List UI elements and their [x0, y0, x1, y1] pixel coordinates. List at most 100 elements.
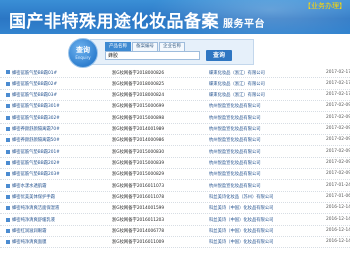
search-badge-title: 查询 — [76, 46, 90, 54]
registration-number: 浙G妆网备字2018000824 — [112, 93, 165, 99]
list-item[interactable]: 蜂密纯净清爽舒缓乳液 浙G妆网备字2016011203 科丝美诗（中国）化妆品有限公… — [0, 214, 350, 226]
list-item[interactable]: 蜂密养颜舒颜隔离霜70# 浙G妆网备字2014001989 杭州悦盈宣化妆品有限公司… — [0, 124, 350, 135]
company-name: 杭州悦盈宣化妆品有限公司 — [209, 149, 261, 155]
bullet-icon — [6, 206, 10, 211]
tab-company-name[interactable]: 企业名称 — [159, 42, 185, 51]
product-name-link[interactable]: 蜂密鲨筋气垫BB霜02# — [12, 81, 57, 87]
list-item[interactable]: 蜂密纯净清爽面膜 浙G妆网备字2016011009 科丝美诗（中国）化妆品有限公司 2… — [0, 237, 350, 249]
bullet-icon — [6, 138, 10, 143]
registration-number: 浙G妆网备字2015000699 — [112, 104, 165, 110]
registration-number: 浙G妆网备字2018000826 — [112, 70, 165, 76]
company-name: 杭州悦盈宣化妆品有限公司 — [209, 172, 261, 178]
list-item[interactable]: 蜂密红润滋润眼霜 浙G妆网备字2014006778 科丝美诗（中国）化妆品有限公司 2… — [0, 226, 350, 237]
product-name-link[interactable]: 蜂密纯净清爽洁面保湿液 — [12, 205, 59, 211]
product-name-link[interactable]: 蜂密鲨筋气垫BB霜01# — [12, 70, 57, 76]
registration-number: 浙G妆网备字2016011073 — [112, 183, 165, 189]
bullet-icon — [6, 115, 10, 120]
product-name-link[interactable]: 蜂密优美美体保护手霜 — [12, 194, 55, 200]
product-name-link[interactable]: 蜂密鲨筋气垫BB霜203# — [12, 171, 60, 177]
bullet-icon — [6, 126, 10, 131]
list-item[interactable]: 蜂密纯净清爽洁面保湿液 浙G妆网备字2014001599 科丝美诗（中国）化妆品有限… — [0, 203, 350, 215]
registration-number: 浙G妆网备字2015000839 — [112, 161, 165, 167]
company-name: 蝶束化妆品（浙江）有限公司 — [209, 70, 265, 76]
bullet-icon — [6, 172, 10, 177]
record-date: 2017-02-09 — [326, 137, 350, 143]
product-name-link[interactable]: 蜂密纯净清爽面膜 — [12, 239, 46, 245]
record-date: 2017-02-17 — [326, 80, 350, 86]
record-date: 2017-01-24 — [326, 182, 350, 188]
list-item[interactable]: 蜂密鲨筋气垫BB霜202# 浙G妆网备字2015000839 杭州悦盈宣化妆品有限公… — [0, 158, 350, 169]
company-name: 科丝美诗化妆品（苏州）有限公司 — [209, 195, 274, 201]
company-name: 杭州悦盈宣化妆品有限公司 — [209, 161, 261, 167]
record-date: 2017-02-17 — [326, 69, 350, 75]
bullet-icon — [6, 81, 10, 86]
record-date: 2016-12-14 — [326, 216, 350, 222]
company-name: 科丝美诗（中国）化妆品有限公司 — [209, 206, 274, 212]
company-name: 杭州悦盈宣化妆品有限公司 — [209, 115, 261, 121]
list-item[interactable]: 蜂密鲨筋气垫BB霜03# 浙G妆网备字2018000824 蝶束化妆品（浙江）有限公… — [0, 90, 350, 101]
tab-product-name[interactable]: 产品名称 — [105, 42, 131, 51]
tab-registration-number[interactable]: 备案编号 — [132, 42, 158, 51]
bullet-icon — [6, 194, 10, 199]
list-item[interactable]: 蜂密鲨筋气垫BB霜203# 浙G妆网备字2015000829 杭州悦盈宣化妆品有限公… — [0, 169, 350, 181]
registration-number: 浙G妆网备字2016011203 — [112, 217, 165, 223]
product-name-link[interactable]: 蜂密养颜舒颜隔离霜50# — [12, 137, 60, 143]
registration-number: 浙G妆网备字2018000825 — [112, 81, 165, 87]
bullet-icon — [6, 160, 10, 165]
search-badge: 查询 Enquiry — [68, 38, 98, 68]
company-name: 蝶束化妆品（浙江）有限公司 — [209, 81, 265, 87]
list-item[interactable]: 蜂密鲨筋气垫BB霜301# 浙G妆网备字2015000699 杭州悦盈宣化妆品有限公… — [0, 101, 350, 113]
search-badge-subtitle: Enquiry — [75, 55, 91, 60]
record-date: 2017-02-17 — [326, 92, 350, 98]
product-name-link[interactable]: 蜂密红润滋润眼霜 — [12, 228, 46, 234]
product-name-link[interactable]: 蜂密鲨筋气垫BB霜202# — [12, 160, 60, 166]
registration-number: 浙G妆网备字2014001599 — [112, 206, 165, 212]
record-date: 2017-02-09 — [326, 114, 350, 120]
product-name-link[interactable]: 蜂密鲨筋气垫BB霜03# — [12, 92, 57, 98]
record-date: 2017-01-06 — [326, 194, 350, 200]
company-name: 科丝美诗（中国）化妆品有限公司 — [209, 229, 274, 235]
bullet-icon — [6, 92, 10, 97]
product-name-link[interactable]: 蜂密鲨筋气垫BB霜302# — [12, 115, 60, 121]
header-banner: 国产非特殊用途化妆品备案 服务平台 【业务办理】 — [0, 0, 350, 34]
list-item[interactable]: 蜂密水漾水透肌霜 浙G妆网备字2016011073 杭州悦盈宣化妆品有限公司 2017… — [0, 180, 350, 192]
registration-number: 浙G妆网备字2015000898 — [112, 115, 165, 121]
record-date: 2017-02-09 — [326, 171, 350, 177]
bullet-icon — [6, 183, 10, 188]
list-item[interactable]: 蜂密鲨筋气垫BB霜302# 浙G妆网备字2015000898 杭州悦盈宣化妆品有限公… — [0, 112, 350, 124]
search-input[interactable]: 蜂胶 — [105, 51, 200, 60]
company-name: 科丝美诗（中国）化妆品有限公司 — [209, 217, 274, 223]
record-date: 2017-02-09 — [326, 126, 350, 132]
business-link[interactable]: 【业务办理】 — [304, 1, 346, 11]
bullet-icon — [6, 217, 10, 222]
bullet-icon — [6, 104, 10, 109]
registration-number: 浙G妆网备字2014006778 — [112, 229, 165, 235]
list-item[interactable]: 蜂密鲨筋气垫BB霜02# 浙G妆网备字2018000825 蝶束化妆品（浙江）有限公… — [0, 78, 350, 90]
registration-number: 浙G妆网备字2016011009 — [112, 240, 165, 246]
search-tabs: 产品名称 备案编号 企业名称 — [105, 42, 186, 51]
list-item[interactable]: 蜂密优美美体保护手霜 浙G妆网备字2016011078 科丝美诗化妆品（苏州）有限公… — [0, 192, 350, 203]
list-item[interactable]: 蜂密养颜舒颜隔离霜50# 浙G妆网备字2014000986 杭州悦盈宣化妆品有限公司… — [0, 135, 350, 147]
results-list: 蜂密鲨筋气垫BB霜01# 浙G妆网备字2018000826 蝶束化妆品（浙江）有限公… — [0, 67, 350, 249]
product-name-link[interactable]: 蜂密养颜舒颜隔离霜70# — [12, 126, 60, 132]
company-name: 杭州悦盈宣化妆品有限公司 — [209, 138, 261, 144]
list-item[interactable]: 蜂密鲨筋气垫BB霜01# 浙G妆网备字2018000826 蝶束化妆品（浙江）有限公… — [0, 67, 350, 79]
page-title-text: 国产非特殊用途化妆品备案 — [9, 12, 219, 32]
company-name: 杭州悦盈宣化妆品有限公司 — [209, 183, 261, 189]
record-date: 2017-02-09 — [326, 160, 350, 166]
list-item[interactable]: 蜂密鲨筋气垫BB霜201# 浙G妆网备字2015000830 杭州悦盈宣化妆品有限公… — [0, 146, 350, 158]
search-button[interactable]: 查询 — [206, 50, 232, 61]
record-date: 2016-12-14 — [326, 239, 350, 245]
registration-number: 浙G妆网备字2014000986 — [112, 138, 165, 144]
bullet-icon — [6, 228, 10, 233]
registration-number: 浙G妆网备字2015000830 — [112, 149, 165, 155]
product-name-link[interactable]: 蜂密鲨筋气垫BB霜301# — [12, 103, 60, 109]
product-name-link[interactable]: 蜂密水漾水透肌霜 — [12, 183, 46, 189]
record-date: 2016-12-14 — [326, 228, 350, 234]
bullet-icon — [6, 70, 10, 75]
company-name: 杭州悦盈宣化妆品有限公司 — [209, 127, 261, 133]
product-name-link[interactable]: 蜂密鲨筋气垫BB霜201# — [12, 149, 60, 155]
company-name: 科丝美诗（中国）化妆品有限公司 — [209, 240, 274, 246]
record-date: 2017-02-09 — [326, 148, 350, 154]
product-name-link[interactable]: 蜂密纯净清爽舒缓乳液 — [12, 217, 55, 223]
